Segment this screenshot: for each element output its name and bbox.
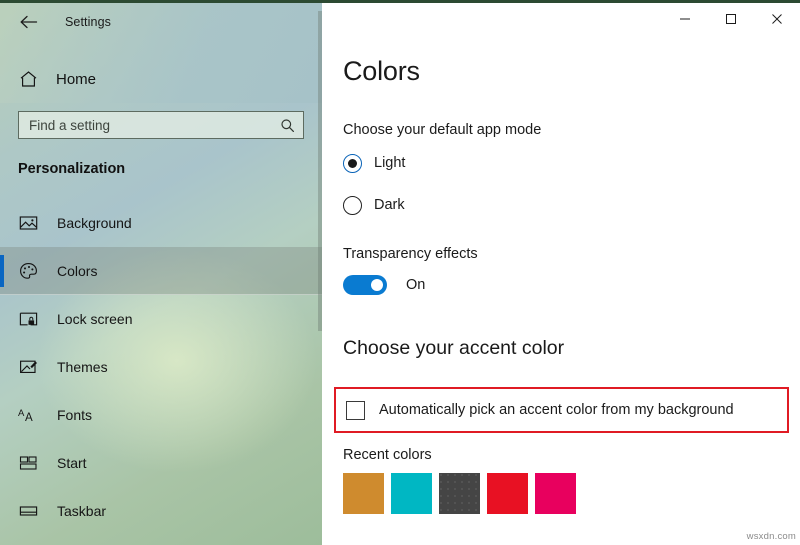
transparency-toggle[interactable] — [343, 275, 387, 295]
sidebar-item-taskbar[interactable]: Taskbar — [0, 487, 322, 535]
lock-screen-icon — [17, 308, 39, 330]
page-title: Colors — [343, 56, 420, 86]
back-arrow-icon[interactable] — [8, 7, 50, 37]
minimize-button[interactable] — [662, 3, 708, 35]
radio-light-label: Light — [374, 155, 406, 171]
sidebar-item-background[interactable]: Background — [0, 199, 322, 247]
transparency-effects-label: Transparency effects — [343, 246, 478, 262]
radio-option-dark[interactable]: Dark — [322, 190, 800, 220]
color-swatch[interactable] — [439, 473, 480, 514]
auto-pick-accent-label: Automatically pick an accent color from … — [379, 402, 734, 418]
sidebar-item-home-label: Home — [56, 70, 97, 88]
window-titlebar: Settings — [0, 3, 322, 41]
taskbar-icon — [17, 500, 39, 522]
transparency-toggle-state: On — [406, 277, 426, 293]
radio-option-light[interactable]: Light — [322, 148, 800, 178]
sidebar-item-start[interactable]: Start — [0, 439, 322, 487]
toggle-knob — [371, 279, 383, 291]
image-icon — [17, 212, 39, 234]
color-swatch[interactable] — [487, 473, 528, 514]
sidebar-section-title: Personalization — [18, 161, 126, 177]
color-swatch[interactable] — [343, 473, 384, 514]
sidebar-item-lock-screen[interactable]: Lock screen — [0, 295, 322, 343]
auto-pick-accent-checkbox[interactable] — [346, 400, 365, 420]
start-tiles-icon — [17, 452, 39, 474]
sidebar-item-taskbar-label: Taskbar — [57, 503, 107, 519]
svg-text:A: A — [18, 408, 25, 419]
search-box[interactable] — [18, 111, 304, 139]
palette-icon — [17, 260, 39, 282]
app-mode-group-label: Choose your default app mode — [343, 122, 542, 138]
search-input[interactable] — [29, 117, 279, 133]
sidebar-item-colors[interactable]: Colors — [0, 247, 322, 295]
sidebar-item-fonts[interactable]: A A Fonts — [0, 391, 322, 439]
accent-color-heading: Choose your accent color — [343, 337, 565, 359]
window-controls — [662, 3, 800, 35]
color-swatch[interactable] — [535, 473, 576, 514]
watermark: wsxdn.com — [746, 531, 796, 542]
close-button[interactable] — [754, 3, 800, 35]
transparency-toggle-row: On — [322, 273, 800, 297]
auto-pick-accent-highlight: Automatically pick an accent color from … — [334, 387, 789, 433]
sidebar-item-colors-label: Colors — [57, 263, 98, 279]
sidebar-nav-list: Background Colors Lock screen Themes A A… — [0, 199, 322, 535]
radio-dark-label: Dark — [374, 197, 405, 213]
themes-brush-icon — [17, 356, 39, 378]
sidebar-item-themes[interactable]: Themes — [0, 343, 322, 391]
search-wrapper — [18, 111, 304, 139]
sidebar-item-home[interactable]: Home — [0, 61, 322, 97]
home-icon — [17, 68, 39, 90]
main-content: Colors Choose your default app mode Ligh… — [322, 3, 800, 545]
settings-sidebar: Settings Home Find a setting Personaliza… — [0, 3, 322, 545]
recent-colors-swatch-row — [343, 473, 576, 514]
settings-window: Settings Home Find a setting Personaliza… — [0, 0, 800, 545]
sidebar-item-start-label: Start — [57, 455, 87, 471]
svg-text:A: A — [25, 412, 33, 424]
color-swatch[interactable] — [391, 473, 432, 514]
window-title: Settings — [65, 15, 111, 29]
sidebar-item-fonts-label: Fonts — [57, 407, 93, 423]
radio-light-indicator[interactable] — [343, 153, 362, 173]
recent-colors-label: Recent colors — [343, 447, 432, 463]
radio-dark-indicator[interactable] — [343, 195, 362, 215]
sidebar-item-background-label: Background — [57, 215, 132, 231]
search-icon[interactable] — [279, 117, 295, 133]
sidebar-item-themes-label: Themes — [57, 359, 108, 375]
sidebar-item-lock-screen-label: Lock screen — [57, 311, 133, 327]
fonts-aa-icon: A A — [17, 404, 39, 426]
radio-light-dot — [348, 158, 357, 168]
maximize-button[interactable] — [708, 3, 754, 35]
